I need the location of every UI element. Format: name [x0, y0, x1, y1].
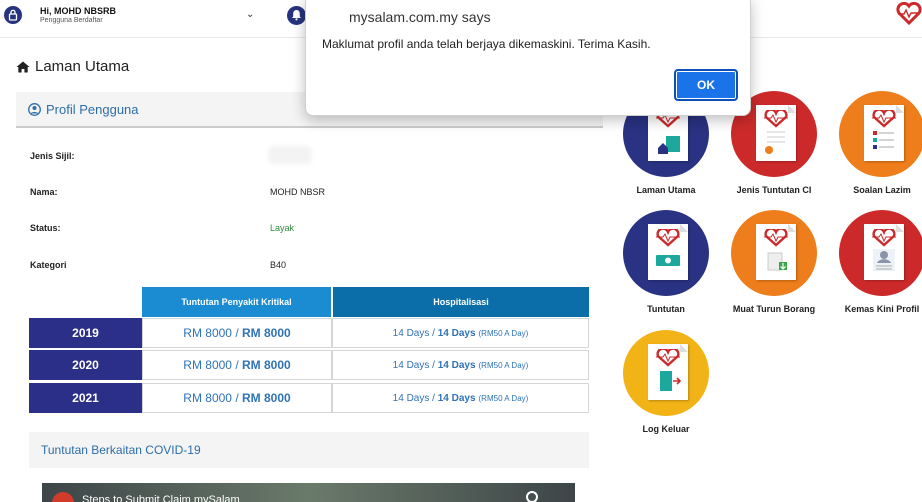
label-status: Status:	[30, 223, 61, 233]
user-role: Pengguna Berdaftar	[40, 17, 103, 24]
user-circle-icon	[28, 103, 41, 116]
year-2020: 2020	[29, 350, 142, 380]
profile-title: Profil Pengguna	[28, 102, 139, 117]
ci-amount-2021: RM 8000 / RM 8000	[142, 383, 332, 413]
year-2021: 2021	[29, 383, 142, 413]
value-kategori: B40	[270, 260, 287, 270]
hosp-days-2019: 14 Days / 14 Days (RM50 A Day)	[332, 318, 589, 348]
hosp-days-2021: 14 Days / 14 Days (RM50 A Day)	[332, 383, 589, 413]
header-hospitalisation: Hospitalisasi	[333, 287, 589, 317]
ok-button[interactable]: OK	[674, 69, 738, 101]
dialog-message: Maklumat profil anda telah berjaya dikem…	[322, 37, 651, 51]
covid-section-header: Tuntutan Berkaitan COVID-19	[29, 432, 589, 468]
covid-title: Tuntutan Berkaitan COVID-19	[41, 443, 201, 457]
heart-logo-icon	[896, 1, 922, 31]
logout-door-icon	[623, 330, 709, 416]
video-player[interactable]: Steps to Submit Claim mySalam ➦	[42, 483, 575, 502]
video-title[interactable]: Steps to Submit Claim mySalam	[82, 494, 240, 502]
ci-amount-2019: RM 8000 / RM 8000	[142, 318, 332, 348]
claim-money-icon	[623, 210, 709, 296]
update-profile-icon	[839, 210, 922, 296]
user-greeting: Hi, MOHD NBSRB	[40, 6, 116, 16]
home-icon[interactable]	[16, 61, 30, 73]
download-form-icon	[731, 210, 817, 296]
page-title: Laman Utama	[35, 58, 130, 75]
label-jenis-sijil: Jenis Sijil:	[30, 151, 75, 161]
value-status: Layak	[270, 223, 295, 233]
clock-icon[interactable]	[526, 491, 538, 502]
redacted-value	[268, 146, 312, 164]
page: Hi, MOHD NBSRB Pengguna Berdaftar ⌄ Lama…	[0, 0, 922, 502]
breadcrumb: Laman Utama	[16, 58, 129, 75]
lock-icon[interactable]	[4, 6, 22, 24]
alert-dialog: mysalam.com.my says Maklumat profil anda…	[305, 0, 751, 116]
hosp-days-2020: 14 Days / 14 Days (RM50 A Day)	[332, 350, 589, 380]
header-critical-illness: Tuntutan Penyakit Kritikal	[142, 287, 331, 317]
label-nama: Nama:	[30, 187, 58, 197]
faq-document-icon	[839, 91, 922, 177]
bell-icon[interactable]	[287, 6, 306, 25]
ci-amount-2020: RM 8000 / RM 8000	[142, 350, 332, 380]
chevron-down-icon[interactable]: ⌄	[246, 9, 254, 20]
dialog-title: mysalam.com.my says	[349, 9, 491, 25]
year-2019: 2019	[29, 318, 142, 348]
value-nama: MOHD NBSR	[270, 187, 326, 197]
label-kategori: Kategori	[30, 260, 67, 270]
